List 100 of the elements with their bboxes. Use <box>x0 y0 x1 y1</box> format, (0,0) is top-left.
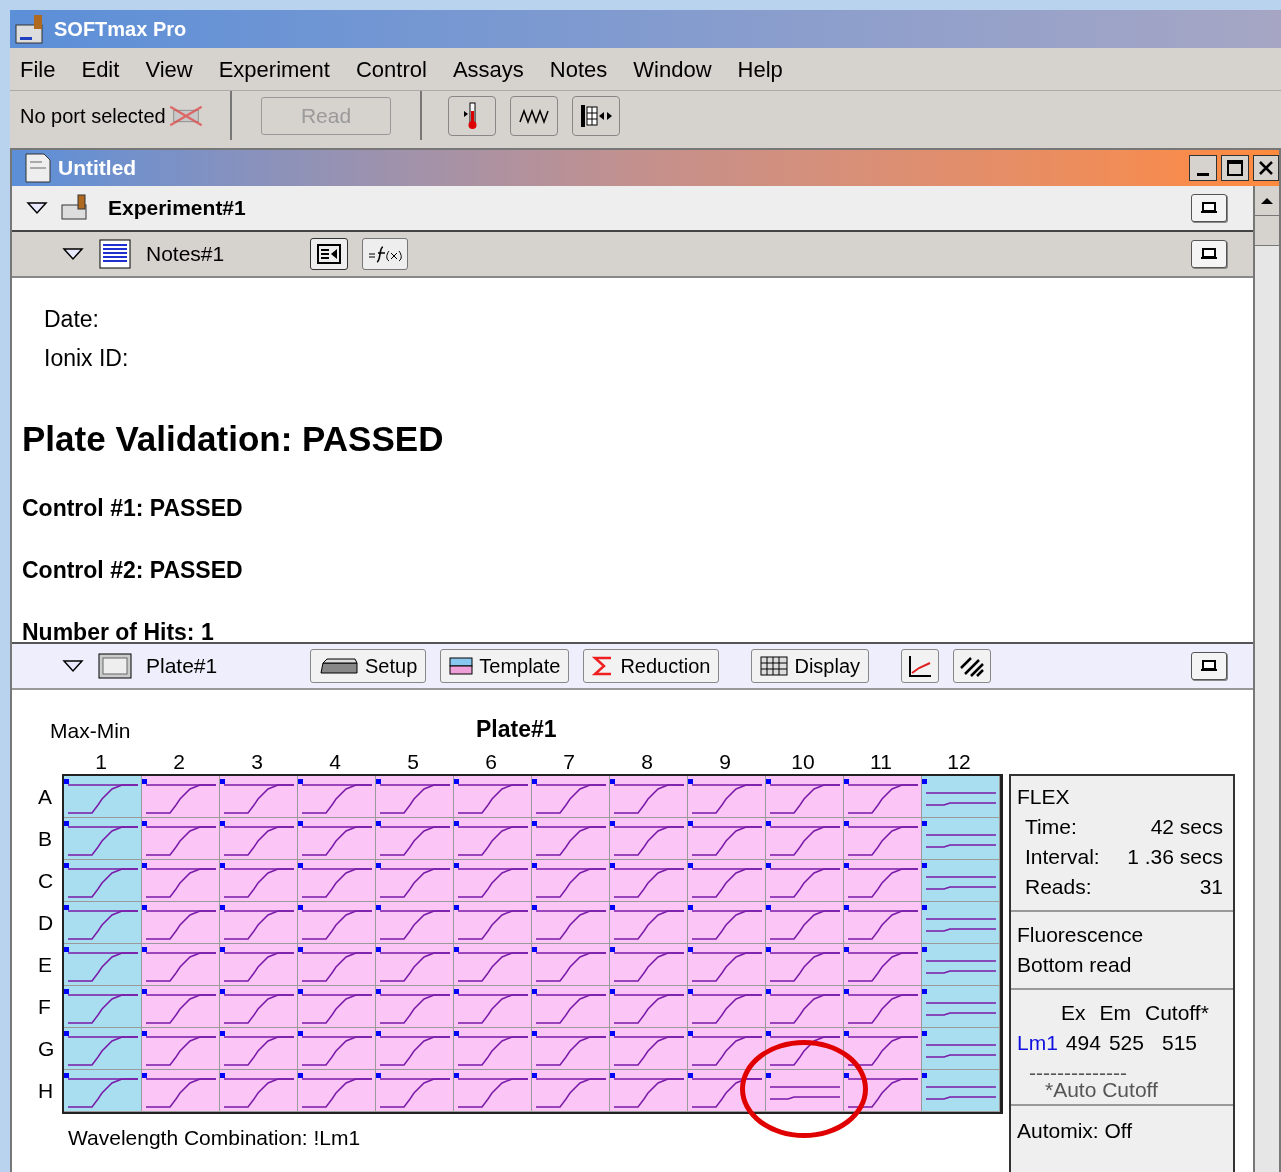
plate-well[interactable] <box>922 860 1000 902</box>
plate-well[interactable] <box>844 986 922 1028</box>
plate-well[interactable] <box>298 902 376 944</box>
plate-well[interactable] <box>688 776 766 818</box>
plate-well[interactable] <box>454 1028 532 1070</box>
disclosure-triangle-icon[interactable] <box>62 659 84 673</box>
plate-well[interactable] <box>532 986 610 1028</box>
close-button[interactable] <box>1253 155 1279 181</box>
plate-well[interactable] <box>532 776 610 818</box>
plate-well[interactable] <box>220 902 298 944</box>
plate-well[interactable] <box>376 1028 454 1070</box>
menu-item[interactable]: Edit <box>81 52 120 86</box>
plate-well[interactable] <box>766 986 844 1028</box>
plate-well[interactable] <box>844 944 922 986</box>
menu-item[interactable]: Notes <box>549 52 608 86</box>
plate-well[interactable] <box>688 986 766 1028</box>
plate-well[interactable] <box>766 818 844 860</box>
plate-well[interactable] <box>844 902 922 944</box>
plate-well[interactable] <box>298 1028 376 1070</box>
plate-well[interactable] <box>220 1070 298 1112</box>
plate-well[interactable] <box>532 1070 610 1112</box>
plate-well[interactable] <box>142 1070 220 1112</box>
plate-well[interactable] <box>922 1070 1000 1112</box>
plate-well[interactable] <box>844 776 922 818</box>
plate-well[interactable] <box>298 986 376 1028</box>
plate-well[interactable] <box>64 776 142 818</box>
plate-well[interactable] <box>844 1028 922 1070</box>
plate-well[interactable] <box>220 860 298 902</box>
plate-well[interactable] <box>688 1070 766 1112</box>
plate-well[interactable] <box>64 1070 142 1112</box>
plate-well[interactable] <box>64 818 142 860</box>
plate-well[interactable] <box>610 944 688 986</box>
plate-drawer-button[interactable] <box>572 95 620 136</box>
scroll-thumb[interactable] <box>1255 216 1279 246</box>
plate-well[interactable] <box>454 1070 532 1112</box>
menu-item[interactable]: File <box>20 52 56 86</box>
plate-well[interactable] <box>532 902 610 944</box>
plate-well[interactable] <box>844 1070 922 1112</box>
plate-well[interactable] <box>610 986 688 1028</box>
menu-item[interactable]: Window <box>633 52 712 86</box>
plate-well[interactable] <box>64 902 142 944</box>
plate-well[interactable] <box>922 902 1000 944</box>
plate-well[interactable] <box>688 902 766 944</box>
plate-well[interactable] <box>298 860 376 902</box>
plate-well[interactable] <box>64 944 142 986</box>
plate-well[interactable] <box>298 818 376 860</box>
plate-well[interactable] <box>64 1028 142 1070</box>
graph-button[interactable] <box>901 649 940 683</box>
plate-well[interactable] <box>376 818 454 860</box>
plate-well[interactable] <box>688 944 766 986</box>
plate-well[interactable] <box>142 1028 220 1070</box>
hatch-button[interactable] <box>953 649 992 683</box>
plate-well[interactable] <box>532 1028 610 1070</box>
plate-well[interactable] <box>142 902 220 944</box>
wavelength-name[interactable]: Lm1 <box>1017 1028 1058 1058</box>
plate-well[interactable] <box>376 860 454 902</box>
plate-toolbar-button[interactable]: Setup <box>310 649 427 683</box>
plate-well[interactable] <box>688 818 766 860</box>
plate-well[interactable] <box>142 986 220 1028</box>
plate-well[interactable] <box>376 1070 454 1112</box>
plate-well[interactable] <box>454 860 532 902</box>
plate-well[interactable] <box>766 944 844 986</box>
thermometer-button[interactable] <box>448 95 496 136</box>
menu-item[interactable]: Experiment <box>218 52 330 86</box>
insert-button[interactable] <box>310 238 348 270</box>
plate-well[interactable] <box>454 902 532 944</box>
window-toggle-button[interactable] <box>1191 194 1227 222</box>
plate-well[interactable] <box>610 818 688 860</box>
plate-well[interactable] <box>532 860 610 902</box>
plate-toolbar-button[interactable]: Template <box>440 649 570 683</box>
plate-well[interactable] <box>766 1028 844 1070</box>
plate-well[interactable] <box>922 944 1000 986</box>
plate-well[interactable] <box>532 944 610 986</box>
window-toggle-button[interactable] <box>1191 240 1227 268</box>
plate-well[interactable] <box>220 944 298 986</box>
plate-well[interactable] <box>64 986 142 1028</box>
plate-well[interactable] <box>376 986 454 1028</box>
plate-well[interactable] <box>454 944 532 986</box>
plate-well[interactable] <box>766 1070 844 1112</box>
plate-well[interactable] <box>220 986 298 1028</box>
plate-well[interactable] <box>376 944 454 986</box>
plate-well[interactable] <box>922 1028 1000 1070</box>
formula-button[interactable] <box>362 238 408 270</box>
plate-well[interactable] <box>922 986 1000 1028</box>
plate-well[interactable] <box>844 860 922 902</box>
menu-item[interactable]: Assays <box>452 52 524 86</box>
plate-well[interactable] <box>454 818 532 860</box>
plate-well[interactable] <box>298 944 376 986</box>
plate-well[interactable] <box>532 818 610 860</box>
plate-well[interactable] <box>142 944 220 986</box>
window-toggle-button[interactable] <box>1191 652 1227 680</box>
plate-toolbar-button[interactable]: Reduction <box>583 649 720 683</box>
plate-well[interactable] <box>610 860 688 902</box>
plate-well[interactable] <box>610 776 688 818</box>
plate-well[interactable] <box>142 818 220 860</box>
menu-item[interactable]: Control <box>355 52 427 86</box>
plate-well[interactable] <box>688 1028 766 1070</box>
plate-well[interactable] <box>454 776 532 818</box>
plate-well[interactable] <box>454 986 532 1028</box>
plate-well[interactable] <box>922 776 1000 818</box>
